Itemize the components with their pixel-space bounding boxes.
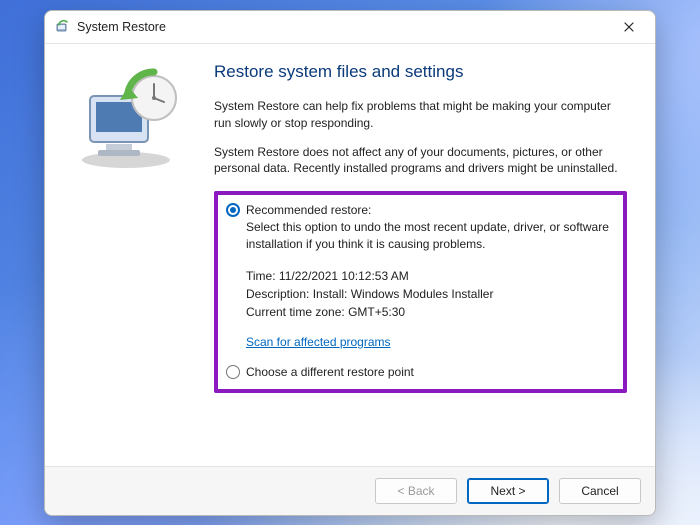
window-title: System Restore bbox=[77, 20, 166, 34]
system-restore-icon bbox=[55, 19, 71, 35]
intro-paragraph-1: System Restore can help fix problems tha… bbox=[214, 98, 627, 132]
radio-unchecked-icon bbox=[226, 365, 240, 379]
desktop-background: System Restore bbox=[0, 0, 700, 525]
restore-timezone-line: Current time zone: GMT+5:30 bbox=[246, 305, 613, 319]
dialog-footer: < Back Next > Cancel bbox=[45, 467, 655, 515]
restore-point-details: Time: 11/22/2021 10:12:53 AM Description… bbox=[246, 269, 613, 323]
restore-description-line: Description: Install: Windows Modules In… bbox=[246, 287, 613, 301]
scan-affected-programs-link[interactable]: Scan for affected programs bbox=[246, 335, 613, 349]
back-button: < Back bbox=[375, 478, 457, 504]
intro-paragraph-2: System Restore does not affect any of yo… bbox=[214, 144, 627, 178]
cancel-button[interactable]: Cancel bbox=[559, 478, 641, 504]
restore-time-value: 11/22/2021 10:12:53 AM bbox=[279, 269, 409, 283]
restore-description-label: Description: bbox=[246, 287, 309, 301]
different-restore-point-option[interactable]: Choose a different restore point bbox=[226, 365, 613, 379]
radio-checked-icon bbox=[226, 203, 240, 217]
system-restore-artwork bbox=[68, 62, 188, 172]
page-heading: Restore system files and settings bbox=[214, 62, 627, 82]
restore-description-value: Install: Windows Modules Installer bbox=[313, 287, 494, 301]
options-highlight-box: Recommended restore: Select this option … bbox=[214, 191, 627, 393]
close-icon bbox=[624, 22, 634, 32]
titlebar: System Restore bbox=[45, 11, 655, 43]
restore-timezone-value: GMT+5:30 bbox=[348, 305, 405, 319]
recommended-restore-description: Select this option to undo the most rece… bbox=[246, 219, 613, 253]
content-pane: Restore system files and settings System… bbox=[210, 44, 655, 466]
different-restore-point-label: Choose a different restore point bbox=[246, 365, 414, 379]
dialog-body: Restore system files and settings System… bbox=[45, 43, 655, 467]
recommended-restore-label: Recommended restore: bbox=[246, 203, 371, 217]
restore-time-label: Time: bbox=[246, 269, 276, 283]
restore-timezone-label: Current time zone: bbox=[246, 305, 345, 319]
system-restore-dialog: System Restore bbox=[44, 10, 656, 516]
sidebar bbox=[45, 44, 210, 466]
close-button[interactable] bbox=[611, 13, 647, 41]
restore-time-line: Time: 11/22/2021 10:12:53 AM bbox=[246, 269, 613, 283]
recommended-restore-option[interactable]: Recommended restore: bbox=[226, 203, 613, 217]
next-button[interactable]: Next > bbox=[467, 478, 549, 504]
